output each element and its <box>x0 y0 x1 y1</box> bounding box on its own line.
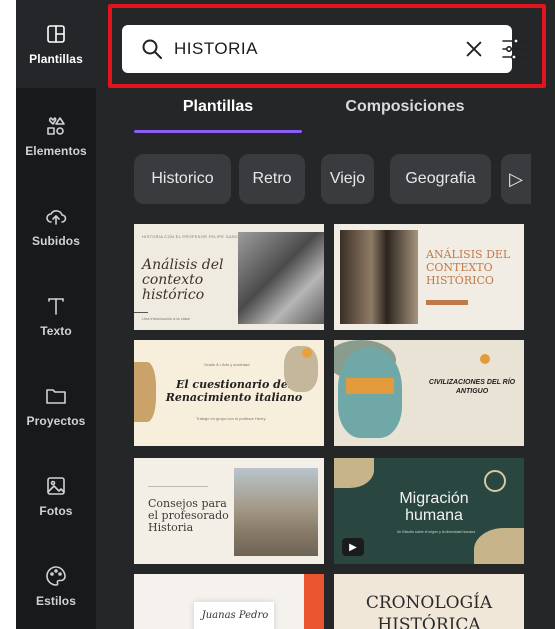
divider <box>148 486 208 487</box>
chip-historico[interactable]: Historico <box>134 154 231 204</box>
divider <box>134 312 148 313</box>
rail-label: Fotos <box>39 504 73 518</box>
active-tab-indicator <box>134 130 302 133</box>
search-input[interactable] <box>174 35 414 63</box>
dot-decoration <box>302 348 312 358</box>
template-title: Juanas Pedro <box>201 610 269 621</box>
palette-icon <box>46 566 66 586</box>
rail-item-fotos[interactable]: Fotos <box>16 452 96 540</box>
template-title: CRONOLOGÍA HISTÓRICA <box>365 593 493 629</box>
templates-panel: Plantillas Composiciones Historico Retro… <box>96 0 555 629</box>
library-photo <box>340 230 418 324</box>
template-title: ANÁLISIS DEL CONTEXTO HISTÓRICO <box>426 248 511 287</box>
layout-icon <box>47 25 65 43</box>
template-title: Análisis del contexto histórico <box>142 257 224 303</box>
template-card[interactable]: Grado 8 • Arte y sociedad El cuestionari… <box>134 340 324 446</box>
sculpture-decoration <box>284 346 318 392</box>
folder-icon <box>46 389 66 404</box>
template-card[interactable]: Juanas Pedro <box>134 574 324 629</box>
rail-label: Subidos <box>31 234 81 248</box>
rail-label: Plantillas <box>29 52 83 66</box>
close-icon[interactable] <box>463 38 485 60</box>
accent-stripe <box>304 574 324 629</box>
template-header: Grado 8 • Arte y sociedad <box>204 362 250 367</box>
chevron-right-icon[interactable]: ▷ <box>501 154 531 204</box>
template-title: Consejos para el profesorado Historia <box>148 497 229 534</box>
rail-label: Estilos <box>35 594 77 608</box>
amphora-band <box>346 378 394 394</box>
template-card[interactable]: Migración humana Un Estudio sobre el ori… <box>334 458 524 564</box>
rail-item-subidos[interactable]: Subidos <box>16 182 96 270</box>
play-icon[interactable]: ▶ <box>342 538 364 556</box>
map-land-decoration <box>334 458 374 488</box>
filter-sliders-icon[interactable] <box>500 36 526 62</box>
template-subtitle: Una introducción a la clase <box>142 316 191 321</box>
template-header: HISTORIA CON EL PROFESOR FELIPE GARCÍA <box>142 234 243 239</box>
historical-photo <box>238 232 324 324</box>
rail-label: Texto <box>40 324 72 338</box>
dot-decoration <box>480 354 490 364</box>
search-box[interactable] <box>122 25 524 73</box>
chip-geografia[interactable]: Geografia <box>390 154 491 204</box>
template-subtitle: Un Estudio sobre el origen y la diversid… <box>396 530 476 534</box>
accent-bar <box>426 300 468 305</box>
text-icon <box>48 298 64 315</box>
tab-plantillas[interactable]: Plantillas <box>134 98 302 122</box>
rail-item-texto[interactable]: Texto <box>16 272 96 360</box>
rail-item-elementos[interactable]: Elementos <box>16 92 96 180</box>
tab-composiciones[interactable]: Composiciones <box>320 98 490 122</box>
rail-item-proyectos[interactable]: Proyectos <box>16 362 96 450</box>
image-icon <box>47 477 65 495</box>
statue-decoration <box>134 362 156 422</box>
left-rail: Plantillas Elementos Subidos Texto Proye… <box>16 0 96 629</box>
compass-icon <box>484 470 506 492</box>
search-icon <box>142 39 162 59</box>
rail-label: Elementos <box>25 144 87 158</box>
template-card[interactable]: Consejos para el profesorado Historia <box>134 458 324 564</box>
shapes-icon <box>47 117 65 135</box>
template-card[interactable]: ANÁLISIS DEL CONTEXTO HISTÓRICO <box>334 224 524 330</box>
chip-retro[interactable]: Retro <box>239 154 305 204</box>
template-title: CIVILIZACIONES DEL RÍO ANTIGUO <box>428 379 516 395</box>
rail-label: Proyectos <box>26 414 86 428</box>
template-card[interactable]: CRONOLOGÍA HISTÓRICA <box>334 574 524 629</box>
rail-item-estilos[interactable]: Estilos <box>16 542 96 629</box>
cloud-upload-icon <box>46 210 67 225</box>
template-card[interactable]: HISTORIA CON EL PROFESOR FELIPE GARCÍA A… <box>134 224 324 330</box>
rail-item-plantillas[interactable]: Plantillas <box>16 0 96 88</box>
template-subtitle: Trabajo en grupo con el profesor Henry <box>196 416 266 421</box>
template-card[interactable]: CIVILIZACIONES DEL RÍO ANTIGUO <box>334 340 524 446</box>
chip-viejo[interactable]: Viejo <box>321 154 374 204</box>
template-title: Migración humana <box>399 490 469 524</box>
ruins-photo <box>234 468 318 556</box>
